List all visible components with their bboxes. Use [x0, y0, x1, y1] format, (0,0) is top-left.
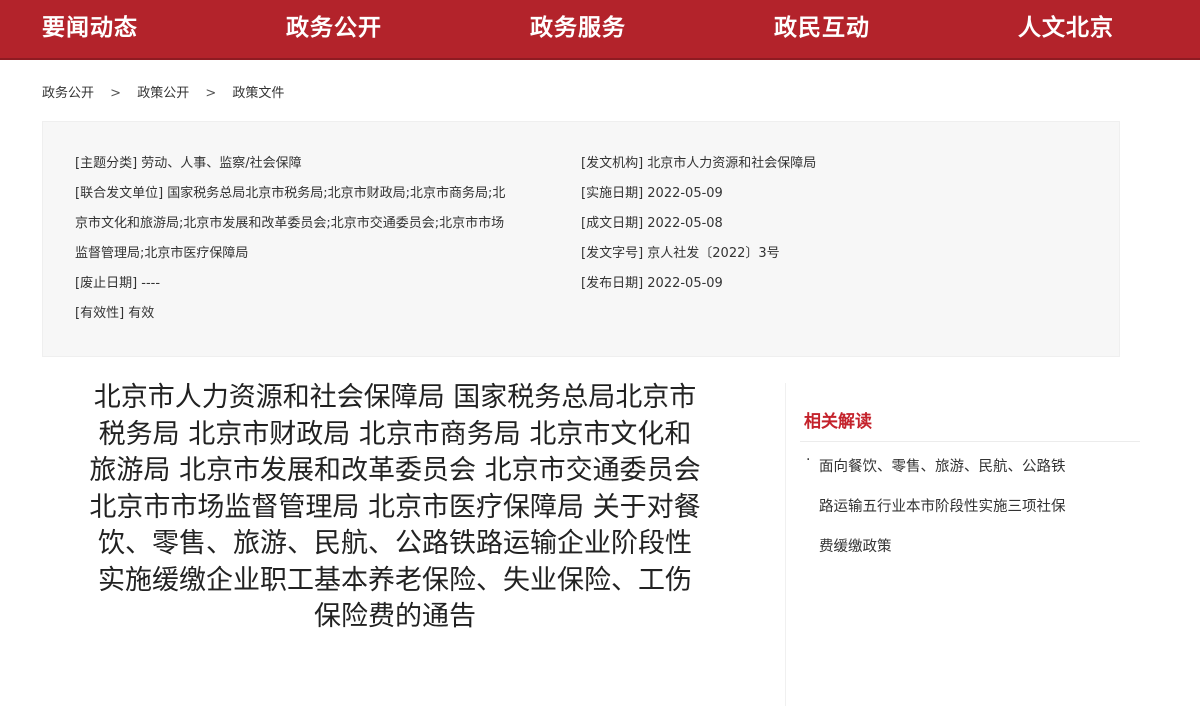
meta-abolish-date: [废止日期] ---- [75, 276, 161, 291]
breadcrumb: 政务公开 > 政策公开 > 政策文件 [42, 82, 284, 102]
meta-issuing-agency: [发文机构] 北京市人力资源和社会保障局 [581, 156, 817, 171]
document-title-area: 北京市人力资源和社会保障局 国家税务总局北京市 税务局 北京市财政局 北京市商务… [30, 380, 760, 690]
document-title: 北京市人力资源和社会保障局 国家税务总局北京市 税务局 北京市财政局 北京市商务… [30, 380, 760, 636]
related-interpretation-title: 相关解读 [804, 412, 872, 432]
document-title-line: 北京市市场监督管理局 北京市医疗保障局 关于对餐 [89, 491, 701, 523]
document-meta-box: [主题分类] 劳动、人事、监察/社会保障 [联合发文单位] 国家税务总局北京市税… [42, 121, 1120, 357]
panel-divider [800, 441, 1140, 442]
related-interpretation-link[interactable]: 面向餐饮、零售、旅游、民航、公路铁 路运输五行业本市阶段性实施三项社保 费缓缴政… [819, 447, 1129, 567]
related-interpretation-panel: 相关解读 · 面向餐饮、零售、旅游、民航、公路铁 路运输五行业本市阶段性实施三项… [785, 383, 1166, 706]
top-nav: 要闻动态 政务公开 政务服务 政民互动 人文北京 [0, 0, 1200, 60]
related-link-line: 路运输五行业本市阶段性实施三项社保 [819, 499, 1066, 515]
breadcrumb-separator: > [205, 86, 217, 101]
meta-publish-date: [发布日期] 2022-05-09 [581, 276, 723, 291]
meta-validity: [有效性] 有效 [75, 306, 155, 321]
document-title-line: 北京市人力资源和社会保障局 国家税务总局北京市 [93, 382, 697, 413]
related-link-line: 面向餐饮、零售、旅游、民航、公路铁 [819, 459, 1066, 475]
nav-item-gov-affairs-open[interactable]: 政务公开 [286, 0, 382, 58]
nav-item-news[interactable]: 要闻动态 [42, 0, 138, 58]
breadcrumb-separator: > [110, 86, 122, 101]
document-title-line: 税务局 北京市财政局 北京市商务局 北京市文化和 [98, 418, 692, 450]
meta-effective-date: [实施日期] 2022-05-09 [581, 186, 723, 201]
related-link-line: 费缓缴政策 [819, 539, 892, 555]
meta-document-number: [发文字号] 京人社发〔2022〕3号 [581, 246, 780, 261]
nav-item-humanities-beijing[interactable]: 人文北京 [1018, 0, 1114, 58]
document-title-line: 饮、零售、旅游、民航、公路铁路运输企业阶段性 [98, 528, 692, 559]
meta-written-date: [成文日期] 2022-05-08 [581, 216, 723, 231]
document-title-line: 保险费的通告 [314, 601, 476, 632]
breadcrumb-item-gov-affairs-open[interactable]: 政务公开 [42, 82, 94, 101]
meta-joint-issuers: [联合发文单位] 国家税务总局北京市税务局;北京市财政局;北京市商务局;北 [75, 186, 506, 201]
breadcrumb-item-policy-open[interactable]: 政策公开 [137, 82, 189, 101]
nav-item-interaction[interactable]: 政民互动 [774, 0, 870, 58]
meta-topic-category: [主题分类] 劳动、人事、监察/社会保障 [75, 156, 302, 171]
document-title-line: 实施缓缴企业职工基本养老保险、失业保险、工伤 [98, 564, 692, 596]
meta-joint-issuers-cont: 京市文化和旅游局;北京市发展和改革委员会;北京市交通委员会;北京市市场 [75, 216, 505, 231]
bullet-dot: · [806, 452, 811, 468]
meta-joint-issuers-cont: 监督管理局;北京市医疗保障局 [75, 246, 249, 261]
document-title-line: 旅游局 北京市发展和改革委员会 北京市交通委员会 [89, 455, 701, 486]
nav-item-gov-services[interactable]: 政务服务 [530, 0, 626, 58]
breadcrumb-item-policy-documents[interactable]: 政策文件 [232, 82, 284, 101]
